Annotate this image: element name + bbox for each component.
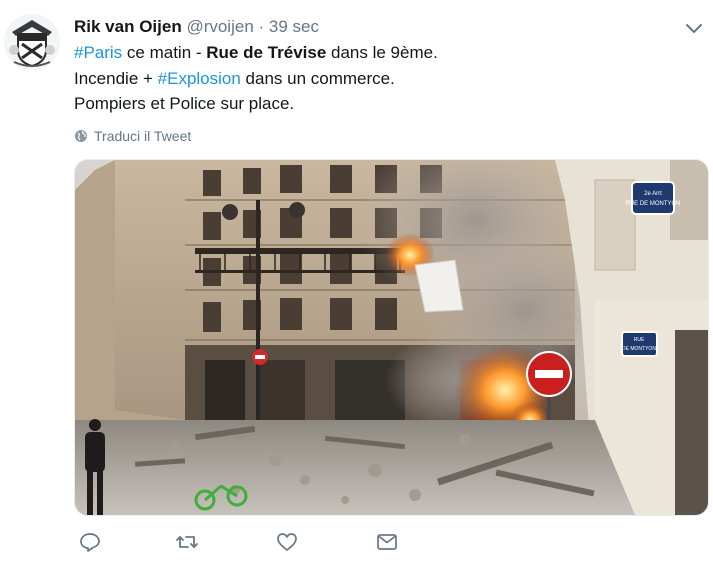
avatar[interactable] bbox=[4, 14, 60, 70]
street-sign-bottom bbox=[621, 331, 658, 357]
svg-text:2e Arrt: 2e Arrt bbox=[644, 191, 662, 197]
svg-text:DE MONTYON: DE MONTYON bbox=[622, 346, 656, 352]
translate-label: Traduci il Tweet bbox=[94, 128, 192, 144]
svg-text:RUE: RUE bbox=[634, 337, 645, 343]
header-separator: · bbox=[258, 17, 265, 36]
explosion-street-photo: 2e Arrt RUE DE MONTYON RUE DE MONTYON bbox=[75, 160, 708, 515]
tweet-text-segment: dans un commerce. bbox=[240, 68, 395, 88]
tweet-text: #Paris ce matin - Rue de Trévise dans le… bbox=[74, 40, 694, 117]
tweet-bold-segment: Rue de Trévise bbox=[206, 43, 327, 62]
retweet-icon bbox=[176, 536, 198, 548]
coat-of-arms-logo bbox=[4, 14, 60, 70]
tweet-card: Rik van Oijen @rvoijen · 39 sec #Paris c… bbox=[0, 0, 713, 567]
tweet-header: Rik van Oijen @rvoijen · 39 sec bbox=[74, 16, 319, 38]
tweet-actions bbox=[78, 530, 398, 558]
tweet-timestamp[interactable]: 39 sec bbox=[269, 17, 319, 36]
reply-button[interactable] bbox=[78, 530, 102, 554]
tweet-line-2: Incendie + #Explosion dans un commerce. bbox=[74, 66, 694, 92]
globe-icon bbox=[75, 130, 87, 142]
message-button[interactable] bbox=[375, 530, 399, 554]
tweet-photo[interactable]: 2e Arrt RUE DE MONTYON RUE DE MONTYON bbox=[74, 159, 709, 516]
envelope-icon bbox=[377, 534, 397, 550]
street-sign-top bbox=[631, 181, 675, 215]
chevron-down-icon[interactable] bbox=[685, 22, 703, 34]
like-button[interactable] bbox=[275, 530, 299, 554]
svg-text:RUE DE MONTYON: RUE DE MONTYON bbox=[625, 201, 680, 207]
author-handle[interactable]: @rvoijen bbox=[186, 17, 253, 36]
tweet-line-3: Pompiers et Police sur place. bbox=[74, 94, 295, 113]
author-name[interactable]: Rik van Oijen bbox=[74, 17, 182, 36]
heart-icon bbox=[277, 533, 297, 551]
tweet-text-segment: ce matin - bbox=[122, 43, 207, 62]
tweet-text-segment: dans le 9ème. bbox=[326, 43, 438, 62]
reply-icon bbox=[80, 533, 100, 552]
retweet-button[interactable] bbox=[175, 530, 199, 554]
hashtag-paris[interactable]: #Paris bbox=[74, 43, 122, 62]
tweet-line-1: #Paris ce matin - Rue de Trévise dans le… bbox=[74, 40, 694, 66]
tweet-text-segment: Incendie + bbox=[74, 68, 158, 88]
translate-tweet-link[interactable]: Traduci il Tweet bbox=[74, 126, 191, 146]
hashtag-explosion[interactable]: #Explosion bbox=[158, 69, 241, 88]
